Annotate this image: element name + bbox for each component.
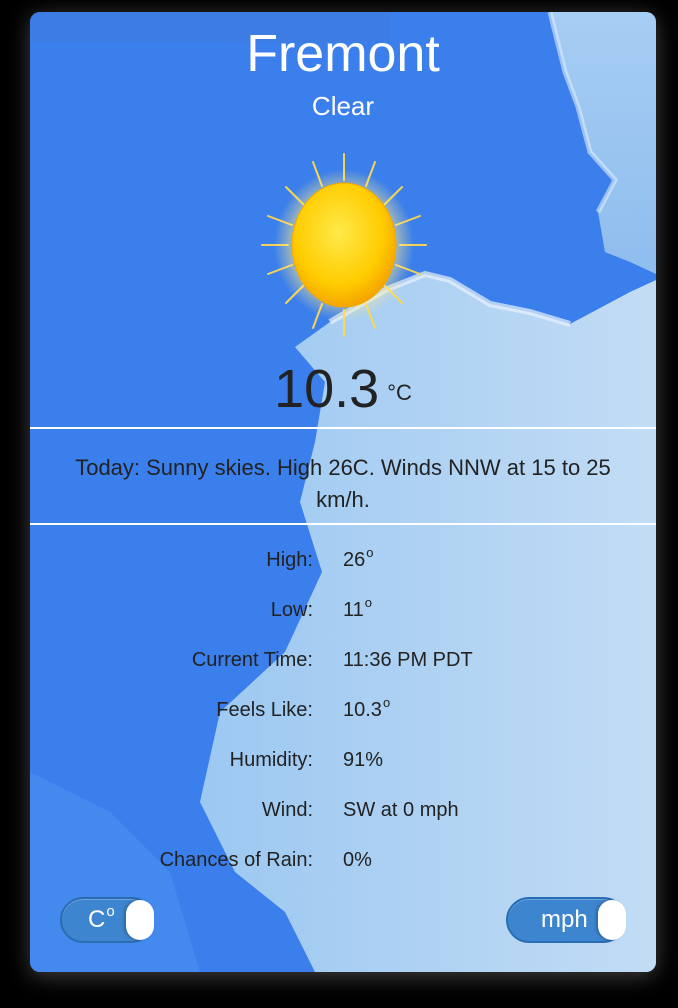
detail-row-low: Low: 11o	[30, 594, 656, 644]
toggle-label: mph	[541, 906, 588, 933]
temperature-unit: °C	[387, 380, 412, 405]
detail-row-chances-of-rain: Chances of Rain: 0%	[30, 844, 656, 894]
detail-row-wind: Wind: SW at 0 mph	[30, 794, 656, 844]
toggle-label: Co	[88, 903, 115, 933]
detail-value: 10.3o	[343, 695, 391, 721]
temperature-value: 10.3	[274, 359, 380, 419]
wind-unit-toggle[interactable]: mph	[506, 897, 626, 943]
detail-row-humidity: Humidity: 91%	[30, 744, 656, 794]
detail-label: Feels Like:	[216, 699, 313, 721]
temperature-unit-toggle[interactable]: Co	[60, 897, 154, 943]
detail-label: Current Time:	[191, 649, 313, 671]
divider-top	[30, 427, 656, 429]
detail-value: SW at 0 mph	[343, 799, 459, 821]
divider-bottom	[30, 523, 656, 525]
forecast-summary: Today: Sunny skies. High 26C. Winds NNW …	[75, 455, 611, 512]
sun-icon	[261, 153, 427, 337]
city-name: Fremont	[246, 25, 440, 83]
detail-value: 0%	[343, 849, 372, 871]
detail-row-current-time: Current Time: 11:36 PM PDT	[30, 644, 656, 694]
detail-value: 91%	[343, 749, 384, 771]
degree-symbol: o	[366, 545, 374, 560]
weather-condition: Clear	[311, 91, 375, 121]
detail-label: Wind:	[261, 799, 313, 821]
detail-label: Humidity:	[229, 749, 313, 771]
degree-symbol: o	[364, 595, 372, 610]
weather-details: High: 26o Low: 11o Current Time: 11:36 P…	[30, 544, 656, 894]
weather-widget: Fremont Clear 10.3 °C Today: Sunny skies…	[30, 12, 656, 972]
detail-label: Low:	[270, 599, 313, 621]
detail-value: 26o	[343, 545, 374, 571]
detail-value: 11o	[343, 595, 372, 621]
detail-label: Chances of Rain:	[159, 849, 313, 871]
degree-symbol: o	[382, 695, 391, 710]
toggle-knob[interactable]	[126, 900, 154, 940]
current-temperature: 10.3 °C	[30, 358, 656, 420]
degree-symbol: o	[106, 903, 115, 920]
detail-value: 11:36 PM PDT	[343, 649, 473, 671]
detail-row-feels-like: Feels Like: 10.3o	[30, 694, 656, 744]
toggle-knob[interactable]	[598, 900, 626, 940]
detail-label: High:	[266, 549, 313, 571]
detail-row-high: High: 26o	[30, 544, 656, 594]
